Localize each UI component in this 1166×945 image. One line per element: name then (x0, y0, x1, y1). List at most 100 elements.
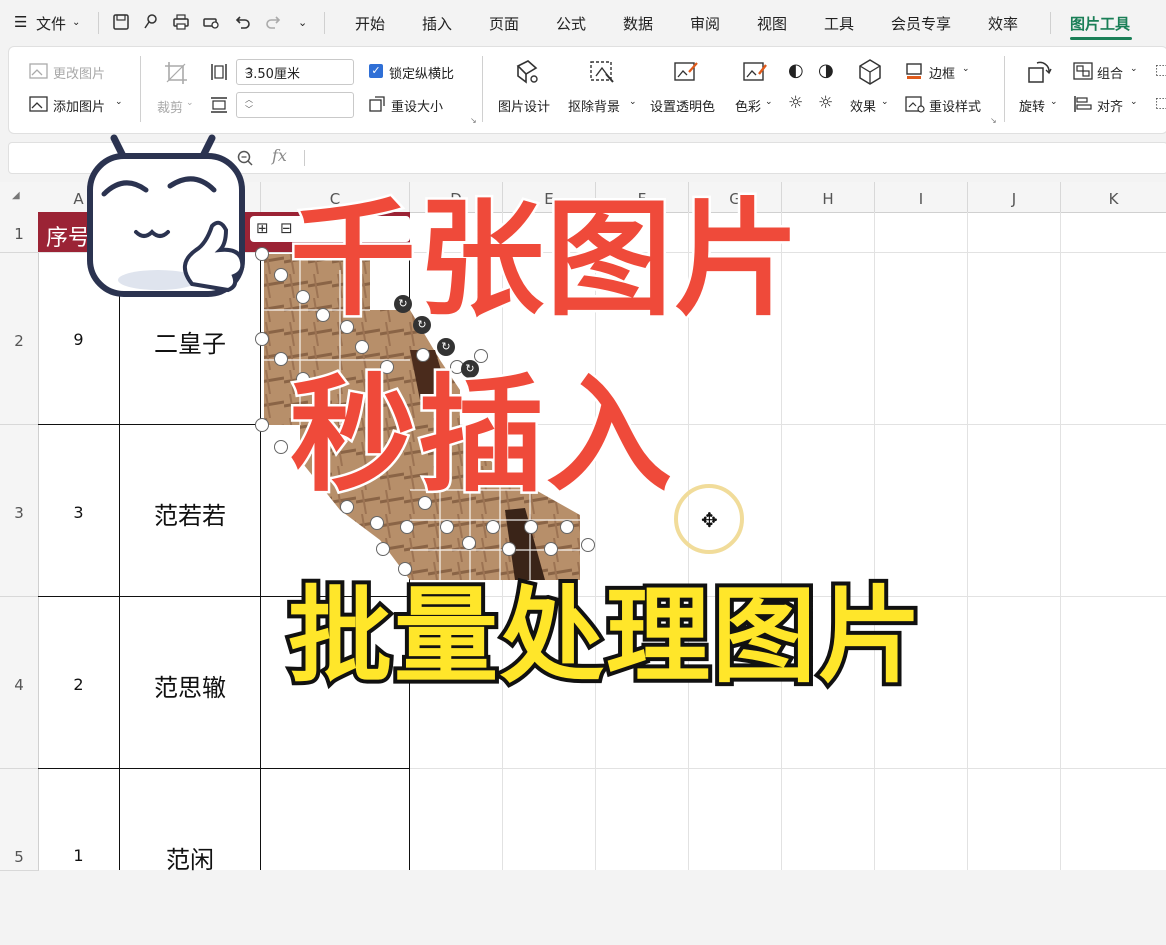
resize-handle[interactable] (274, 268, 288, 282)
rotate-icon (1028, 61, 1052, 83)
set-transparent-button[interactable]: 设置透明色 (650, 96, 715, 115)
crop-button[interactable]: 裁剪 (157, 97, 183, 116)
dialog-launcher-icon[interactable]: ↘ (470, 116, 477, 125)
cell-a5[interactable]: 1 (38, 846, 119, 865)
resize-handle[interactable] (462, 536, 476, 550)
toolbar-crop-icon[interactable]: ⊞ (256, 219, 269, 237)
decrease-contrast-icon[interactable]: ◑ (818, 60, 834, 81)
resize-handle[interactable] (400, 520, 414, 534)
row-header-1[interactable]: 1 (0, 212, 39, 253)
more-arrange-icon[interactable]: ⬚ (1155, 62, 1166, 78)
resize-handle[interactable] (255, 332, 269, 346)
reset-style-button[interactable]: 重设样式 (929, 96, 981, 115)
resize-handle[interactable] (355, 340, 369, 354)
column-header-k[interactable]: K (1061, 182, 1166, 213)
cell-a2[interactable]: 9 (38, 330, 119, 349)
resize-handle[interactable] (581, 538, 595, 552)
print-preview-icon[interactable] (201, 12, 221, 32)
resize-handle[interactable] (544, 542, 558, 556)
tab-data[interactable]: 数据 (623, 13, 653, 34)
resize-handle[interactable] (274, 352, 288, 366)
row-header-4[interactable]: 4 (0, 597, 39, 769)
reset-size-button[interactable]: 重设大小 (391, 96, 443, 115)
resize-handle[interactable] (370, 516, 384, 530)
rotate-handle-icon[interactable]: ↻ (437, 338, 455, 356)
cell-a4[interactable]: 2 (38, 675, 119, 694)
chevron-down-icon[interactable]: ⌄ (115, 97, 123, 107)
add-picture-button[interactable]: 添加图片 (53, 96, 105, 115)
rotate-button[interactable]: 旋转 (1019, 96, 1045, 115)
format-painter-icon[interactable] (141, 12, 161, 32)
tab-insert[interactable]: 插入 (422, 13, 452, 34)
chevron-down-icon[interactable]: ⌄ (765, 97, 773, 107)
cell-b3[interactable]: 范若若 (120, 496, 260, 531)
tab-tools[interactable]: 工具 (824, 13, 854, 34)
border-button[interactable]: 边框 (929, 63, 955, 82)
resize-handle[interactable] (274, 440, 288, 454)
tab-member[interactable]: 会员专享 (891, 13, 951, 34)
decrease-brightness-icon[interactable]: ☼ (818, 93, 833, 113)
tab-picture-tools[interactable]: 图片工具 (1070, 13, 1130, 34)
resize-handle[interactable] (398, 562, 412, 576)
chevron-down-icon[interactable]: ⌄ (962, 64, 970, 74)
height-input[interactable]: ︿ ﹀ (236, 92, 354, 118)
row-header-5[interactable]: 5 (0, 769, 39, 871)
hamburger-icon[interactable]: ☰ (14, 13, 27, 31)
tab-home[interactable]: 开始 (355, 13, 385, 34)
dialog-launcher-icon[interactable]: ↘ (990, 116, 997, 125)
tab-review[interactable]: 审阅 (690, 13, 720, 34)
column-header-i[interactable]: I (875, 182, 968, 213)
resize-handle[interactable] (486, 520, 500, 534)
cell-b2[interactable]: 二皇子 (120, 324, 260, 359)
file-menu[interactable]: 文件 (36, 13, 66, 34)
resize-handle[interactable] (440, 520, 454, 534)
redo-icon[interactable] (263, 12, 283, 32)
resize-handle[interactable] (502, 542, 516, 556)
change-picture-button[interactable]: 更改图片 (53, 63, 105, 82)
tab-formula[interactable]: 公式 (556, 13, 586, 34)
crop-icon (165, 62, 187, 84)
row-header-2[interactable]: 2 (0, 253, 39, 425)
chevron-down-icon[interactable]: ⌄ (1130, 64, 1138, 74)
resize-handle[interactable] (255, 418, 269, 432)
increase-brightness-icon[interactable]: ☼ (788, 93, 803, 113)
chevron-down-icon[interactable]: ⌄ (298, 16, 307, 29)
resize-handle[interactable] (560, 520, 574, 534)
chevron-down-icon[interactable]: ⌄ (629, 97, 637, 107)
formula-input[interactable] (312, 146, 1152, 168)
resize-handle[interactable] (474, 349, 488, 363)
print-icon[interactable] (171, 12, 191, 32)
picture-design-button[interactable]: 图片设计 (498, 96, 550, 115)
formula-divider (304, 150, 305, 166)
increase-contrast-icon[interactable]: ◐ (788, 60, 804, 81)
select-all-corner[interactable]: ◢ (0, 182, 39, 213)
group-button[interactable]: 组合 (1097, 63, 1123, 82)
more-arrange-icon[interactable]: ⬚ (1155, 95, 1166, 111)
resize-handle[interactable] (416, 348, 430, 362)
resize-handle[interactable] (376, 542, 390, 556)
effects-icon (859, 59, 881, 85)
chevron-down-icon[interactable]: ⌄ (186, 98, 194, 108)
tab-view[interactable]: 视图 (757, 13, 787, 34)
cell-a3[interactable]: 3 (38, 503, 119, 522)
tab-page[interactable]: 页面 (489, 13, 519, 34)
chevron-down-icon[interactable]: ⌄ (881, 97, 889, 107)
column-header-j[interactable]: J (968, 182, 1061, 213)
resize-handle[interactable] (255, 247, 269, 261)
chevron-down-icon[interactable]: ⌄ (1130, 97, 1138, 107)
row-header-3[interactable]: 3 (0, 425, 39, 597)
tab-efficiency[interactable]: 效率 (988, 13, 1018, 34)
lock-ratio-checkbox[interactable]: ✓ (369, 64, 383, 78)
chevron-down-icon[interactable]: ⌄ (72, 17, 80, 28)
resize-handle[interactable] (524, 520, 538, 534)
remove-background-button[interactable]: 抠除背景 (568, 96, 620, 115)
cell-b4[interactable]: 范思辙 (120, 668, 260, 703)
effects-button[interactable]: 效果 (850, 96, 876, 115)
color-button[interactable]: 色彩 (735, 96, 761, 115)
save-icon[interactable] (111, 12, 131, 32)
chevron-down-icon[interactable]: ⌄ (1050, 97, 1058, 107)
align-button[interactable]: 对齐 (1097, 96, 1123, 115)
undo-icon[interactable] (233, 12, 253, 32)
width-input[interactable]: 3.50厘米 ︿ ﹀ (236, 59, 354, 85)
function-icon[interactable]: fx (272, 146, 287, 165)
